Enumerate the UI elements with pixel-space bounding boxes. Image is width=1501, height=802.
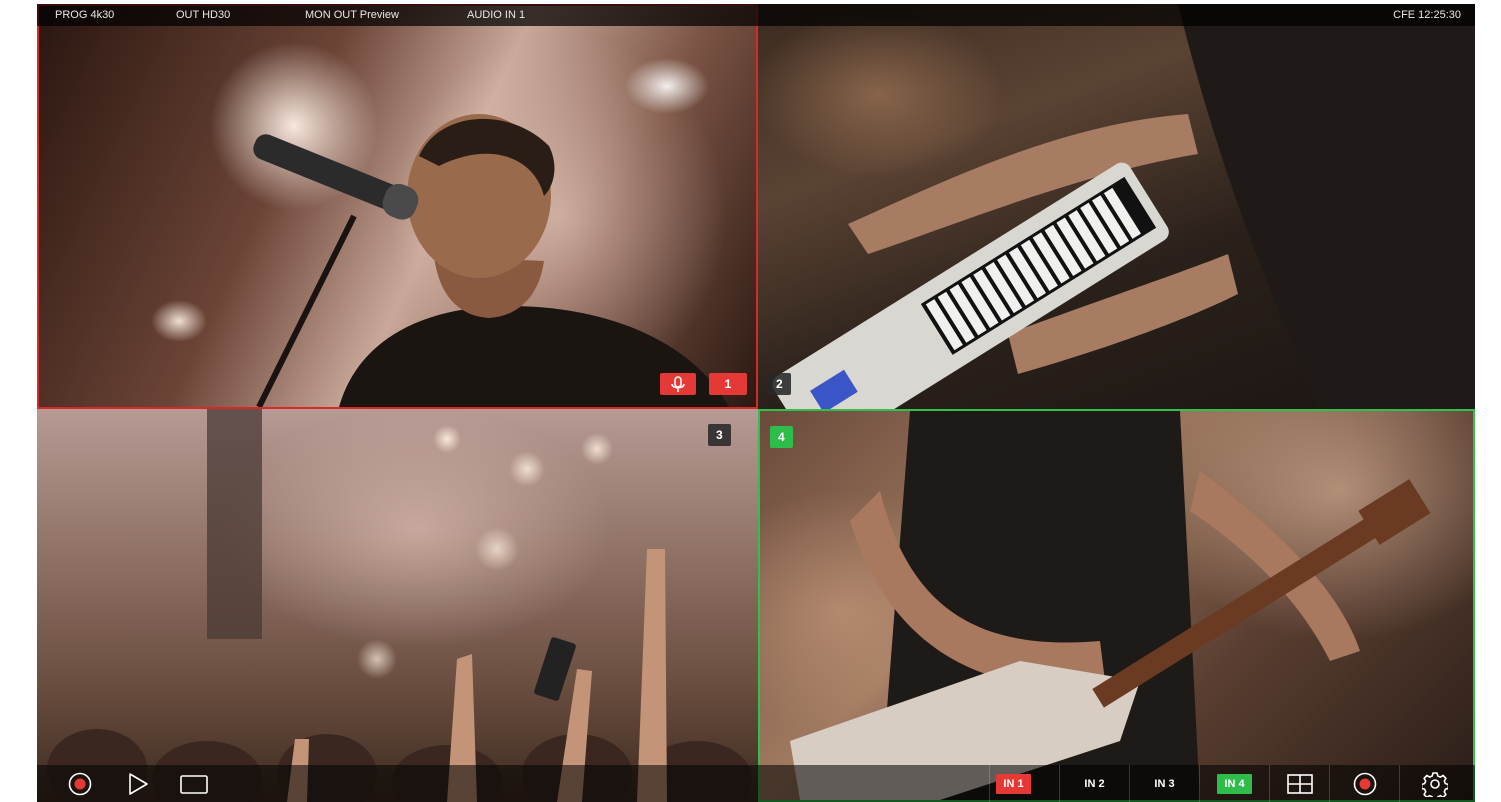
status-clock: CFE 12:25:30 [1393, 9, 1461, 21]
settings-button[interactable] [1399, 765, 1469, 802]
audio-source: AUDIO IN 1 [467, 9, 526, 21]
video-input-3[interactable]: 3 [37, 409, 758, 802]
tally-badge-2: 2 [768, 373, 791, 395]
input-button-4[interactable]: IN 4 [1199, 765, 1269, 802]
program-format: PROG 4k30 [55, 9, 115, 21]
video-input-4[interactable]: 4 [758, 409, 1475, 802]
screen-button[interactable] [176, 765, 212, 802]
crowd-silhouette [47, 409, 752, 802]
screen-icon [180, 774, 208, 794]
record-icon [68, 772, 92, 795]
input-button-2[interactable]: IN 2 [1059, 765, 1129, 802]
record-button[interactable] [62, 765, 98, 802]
input-label-1: IN 1 [996, 773, 1031, 794]
input-label-4: IN 4 [1217, 773, 1252, 794]
output-format: OUT HD30 [176, 9, 231, 21]
guitarist-silhouette [790, 411, 1431, 800]
tally-badge-3: 3 [708, 424, 731, 446]
monitor-output: MON OUT Preview [305, 9, 399, 21]
multiview-screen: PROG 4k30 OUT HD30 MON OUT Preview AUDIO… [37, 4, 1475, 802]
tally-badge-4: 4 [770, 426, 793, 448]
bottom-control-bar: IN 1 IN 2 IN 3 IN 4 [37, 765, 1475, 802]
keyboard-player-silhouette [772, 4, 1475, 409]
play-icon [129, 772, 148, 795]
tally-badge-1: 1 [709, 373, 747, 395]
audio-source-badge [660, 373, 696, 395]
multiview-button[interactable] [1269, 765, 1329, 802]
singer-silhouette [253, 114, 729, 407]
input-label-2: IN 2 [1084, 777, 1105, 790]
play-button[interactable] [119, 765, 155, 802]
top-status-bar: PROG 4k30 OUT HD30 MON OUT Preview AUDIO… [37, 4, 1475, 26]
video-input-2[interactable]: 2 [758, 4, 1475, 409]
record-stream-button[interactable] [1329, 765, 1399, 802]
record-icon [1353, 772, 1376, 795]
video-input-1[interactable]: 1 [37, 4, 758, 409]
input-button-1[interactable]: IN 1 [989, 765, 1037, 802]
microphone-icon [671, 376, 685, 392]
settings-gear-icon [1421, 771, 1448, 797]
multiview-grid-icon [1286, 773, 1313, 794]
input-label-3: IN 3 [1154, 777, 1175, 790]
input-button-3[interactable]: IN 3 [1129, 765, 1199, 802]
